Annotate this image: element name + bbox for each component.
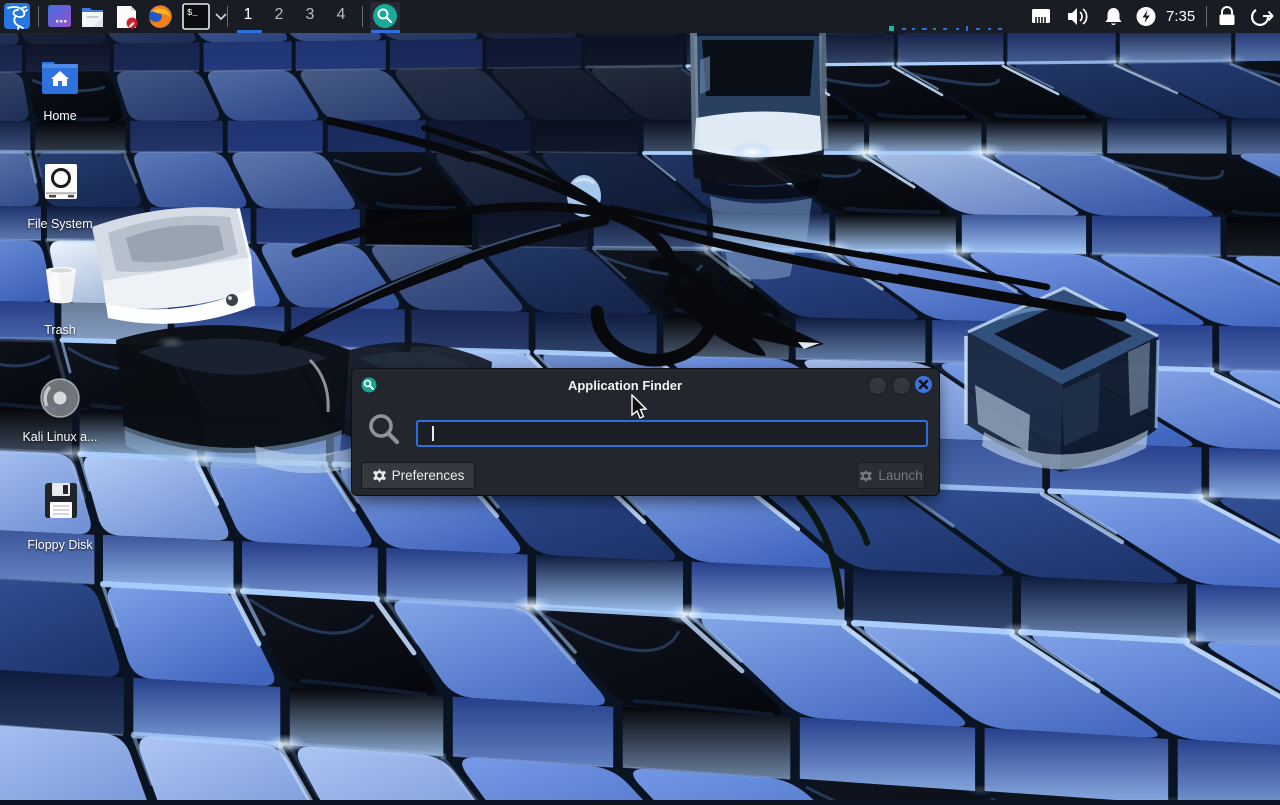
svg-text:$_: $_ [187,8,198,18]
